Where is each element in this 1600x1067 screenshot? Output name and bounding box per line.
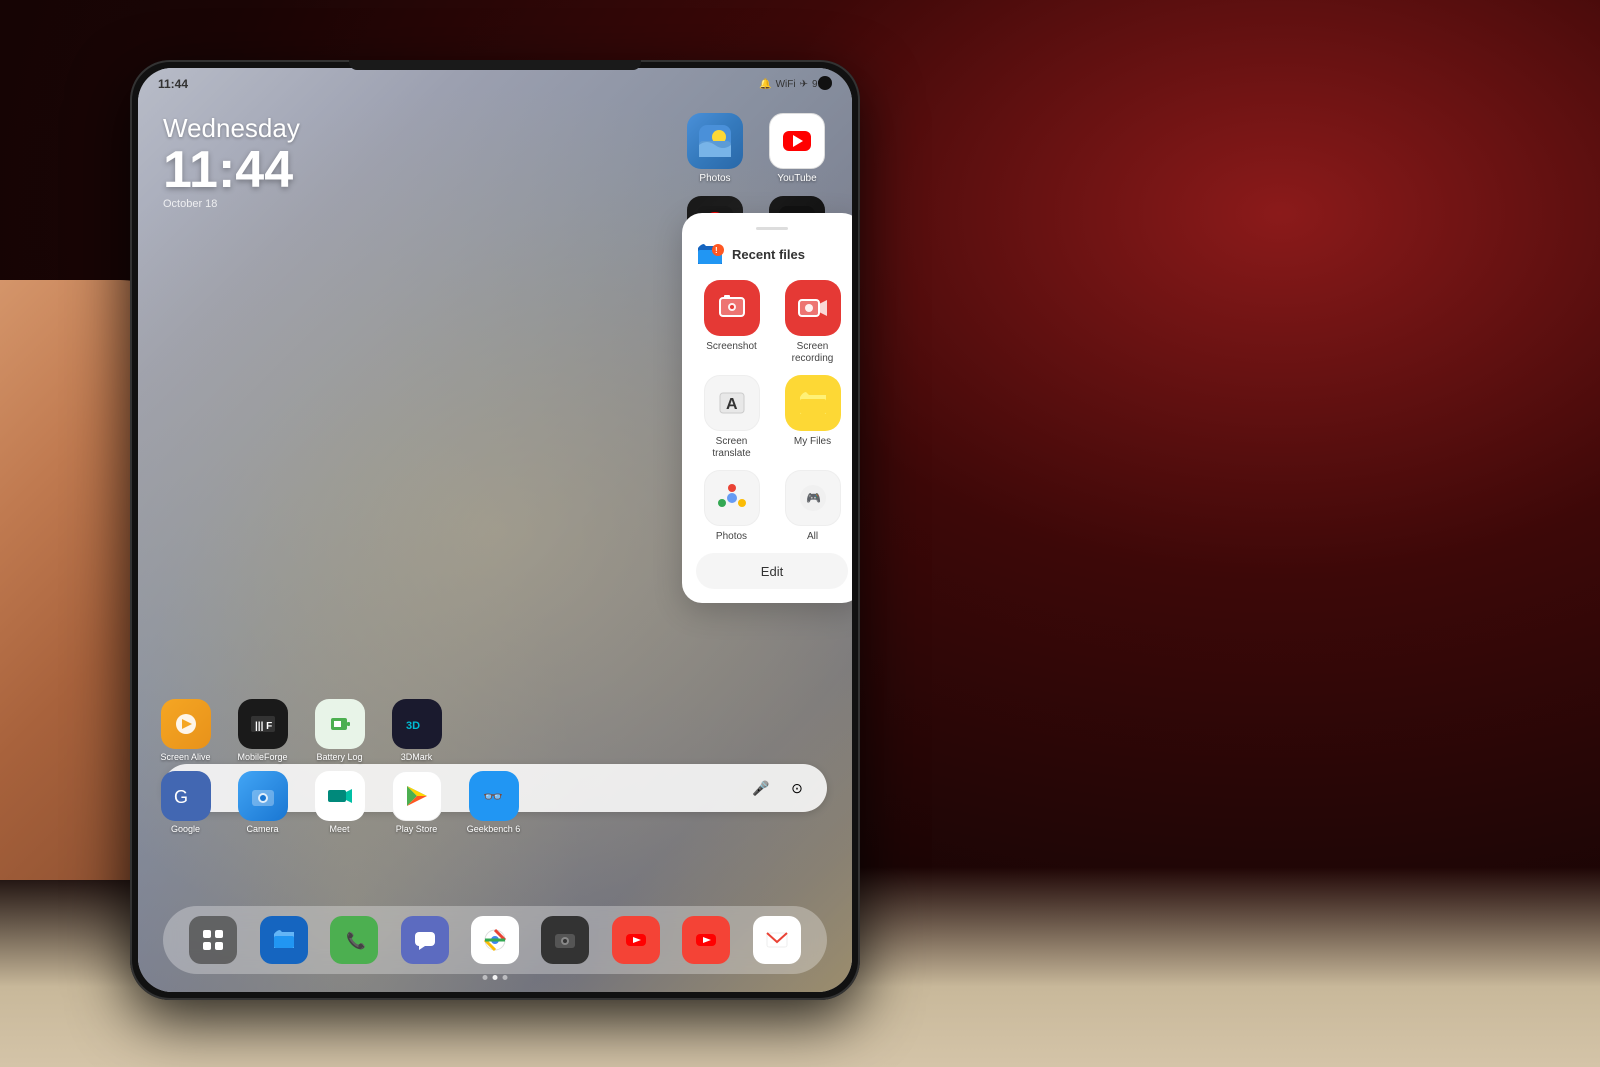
status-bar: 11:44 🔔 WiFi ✈ 99% bbox=[138, 68, 852, 100]
app-geekbench-icon[interactable]: 👓 bbox=[469, 771, 519, 821]
app-google[interactable]: G Google bbox=[153, 771, 218, 834]
app-play-store-label: Play Store bbox=[396, 824, 438, 834]
front-camera bbox=[818, 76, 832, 90]
app-youtube-label: YouTube bbox=[777, 173, 816, 184]
screen-recording-icon[interactable] bbox=[785, 280, 841, 336]
all-label: All bbox=[807, 531, 818, 543]
app-dock: 📞 bbox=[163, 906, 827, 974]
clock-display: 11:44 bbox=[163, 144, 300, 196]
recent-files-folder-icon: ! bbox=[696, 240, 724, 268]
app-3dmark[interactable]: 3D 3DMark bbox=[384, 699, 449, 762]
my-files-icon[interactable] bbox=[785, 375, 841, 431]
edit-button-label: Edit bbox=[761, 564, 783, 579]
screen-translate-icon[interactable]: A bbox=[704, 375, 760, 431]
app-youtube[interactable]: YouTube bbox=[762, 113, 832, 184]
app-photos-label: Photos bbox=[699, 173, 730, 184]
phone-frame: 11:44 🔔 WiFi ✈ 99% Wednesday 11:44 Octob… bbox=[130, 60, 860, 1000]
app-geekbench[interactable]: 👓 Geekbench 6 bbox=[461, 771, 526, 834]
app-mobileforge[interactable]: ||| F MobileForge bbox=[230, 699, 295, 762]
popup-item-all[interactable]: 🎮 All bbox=[777, 470, 848, 543]
popup-item-screen-translate[interactable]: A Screen translate bbox=[696, 375, 767, 460]
app-camera-icon[interactable] bbox=[238, 771, 288, 821]
dock-phone[interactable]: 📞 bbox=[330, 916, 378, 964]
svg-text:3D: 3D bbox=[406, 720, 420, 732]
all-icon[interactable]: 🎮 bbox=[785, 470, 841, 526]
dock-youtube[interactable] bbox=[612, 916, 660, 964]
phone-screen: 11:44 🔔 WiFi ✈ 99% Wednesday 11:44 Octob… bbox=[138, 68, 852, 992]
svg-text:A: A bbox=[726, 396, 738, 413]
page-indicator bbox=[483, 975, 508, 980]
svg-text:🎮: 🎮 bbox=[806, 491, 821, 505]
app-meet-icon[interactable] bbox=[315, 771, 365, 821]
screenshot-label: Screenshot bbox=[706, 341, 757, 353]
app-battery-log[interactable]: Battery Log bbox=[307, 699, 372, 762]
app-mobileforge-icon[interactable]: ||| F bbox=[238, 699, 288, 749]
app-play-store[interactable]: Play Store bbox=[384, 771, 449, 834]
dock-apps-drawer[interactable] bbox=[189, 916, 237, 964]
app-geekbench-label: Geekbench 6 bbox=[467, 824, 521, 834]
dock-chrome[interactable] bbox=[471, 916, 519, 964]
notification-icon: 🔔 bbox=[759, 79, 771, 90]
popup-item-screenshot[interactable]: Screenshot bbox=[696, 280, 767, 365]
app-screen-alive[interactable]: Screen Alive bbox=[153, 699, 218, 762]
app-battery-log-label: Battery Log bbox=[316, 752, 362, 762]
dock-files[interactable] bbox=[260, 916, 308, 964]
airplane-icon: ✈ bbox=[800, 79, 808, 90]
page-dot-3 bbox=[503, 975, 508, 980]
app-photos-icon[interactable] bbox=[687, 113, 743, 169]
recent-files-popup: ! Recent files Screen bbox=[682, 213, 852, 603]
page-dot-1 bbox=[483, 975, 488, 980]
my-files-label: My Files bbox=[794, 436, 831, 448]
popup-item-my-files[interactable]: My Files bbox=[777, 375, 848, 460]
app-google-icon[interactable]: G bbox=[161, 771, 211, 821]
screen-translate-label: Screen translate bbox=[696, 436, 767, 460]
app-camera[interactable]: Camera bbox=[230, 771, 295, 834]
svg-text:👓: 👓 bbox=[483, 789, 503, 806]
middle-apps-row: Screen Alive ||| F MobileForge bbox=[153, 699, 652, 762]
edit-button[interactable]: Edit bbox=[696, 553, 848, 589]
app-mobileforge-label: MobileForge bbox=[237, 752, 287, 762]
app-screen-alive-label: Screen Alive bbox=[160, 752, 210, 762]
svg-text:!: ! bbox=[715, 246, 718, 255]
photos-recent-icon[interactable] bbox=[704, 470, 760, 526]
app-screen-alive-icon[interactable] bbox=[161, 699, 211, 749]
svg-text:G: G bbox=[174, 787, 188, 807]
popup-title: Recent files bbox=[732, 247, 805, 262]
full-date: October 18 bbox=[163, 198, 300, 210]
app-3dmark-label: 3DMark bbox=[401, 752, 433, 762]
grid-apps-row: G Google Camera bbox=[153, 771, 837, 834]
popup-item-screen-recording[interactable]: Screen recording bbox=[777, 280, 848, 365]
dock-camera[interactable] bbox=[541, 916, 589, 964]
screen-recording-label: Screen recording bbox=[777, 341, 848, 365]
wifi-icon: WiFi bbox=[776, 79, 796, 90]
app-3dmark-icon[interactable]: 3D bbox=[392, 699, 442, 749]
dock-youtube2[interactable] bbox=[682, 916, 730, 964]
photos-recent-label: Photos bbox=[716, 531, 747, 543]
app-photos[interactable]: Photos bbox=[680, 113, 750, 184]
page-dot-2 bbox=[493, 975, 498, 980]
app-battery-log-icon[interactable] bbox=[315, 699, 365, 749]
status-time: 11:44 bbox=[158, 77, 188, 91]
day-of-week: Wednesday bbox=[163, 113, 300, 144]
date-widget: Wednesday 11:44 October 18 bbox=[163, 113, 300, 210]
app-meet[interactable]: Meet bbox=[307, 771, 372, 834]
app-camera-label: Camera bbox=[246, 824, 278, 834]
svg-text:||| F: ||| F bbox=[255, 721, 272, 732]
popup-item-photos-recent[interactable]: Photos bbox=[696, 470, 767, 543]
app-youtube-icon[interactable] bbox=[769, 113, 825, 169]
app-play-store-icon[interactable] bbox=[392, 771, 442, 821]
app-meet-label: Meet bbox=[329, 824, 349, 834]
phone-side-button bbox=[859, 210, 860, 270]
dock-gmail[interactable] bbox=[753, 916, 801, 964]
dock-messages[interactable] bbox=[401, 916, 449, 964]
popup-items-grid: Screenshot Screen recording bbox=[696, 280, 848, 543]
svg-text:📞: 📞 bbox=[346, 930, 366, 950]
app-google-label: Google bbox=[171, 824, 200, 834]
screenshot-icon[interactable] bbox=[704, 280, 760, 336]
popup-header: ! Recent files bbox=[696, 240, 848, 268]
phone-notch bbox=[349, 60, 641, 70]
popup-drag-handle bbox=[756, 227, 788, 230]
